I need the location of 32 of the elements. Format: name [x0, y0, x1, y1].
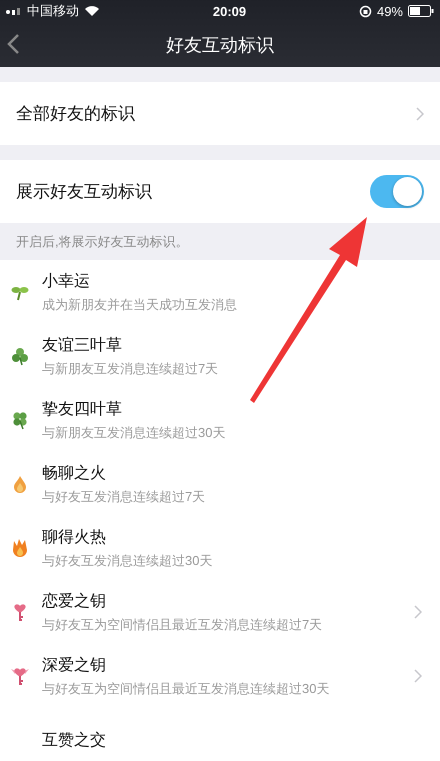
- battery-percent: 49%: [376, 4, 403, 18]
- item-title: 畅聊之火: [42, 464, 107, 484]
- item-description: 成为新朋友并在当天成功互发消息: [42, 296, 238, 314]
- battery-icon: [408, 5, 434, 17]
- item-title: 聊得火热: [42, 528, 107, 548]
- back-icon[interactable]: [6, 33, 20, 55]
- item-description: 与新朋友互发消息连续超过30天: [42, 424, 226, 442]
- item-description: 与好友互为空间情侣且最近互发消息连续超过7天: [42, 616, 324, 634]
- item-title: 互赞之交: [42, 730, 107, 750]
- item-description: 与好友互发消息连续超过7天: [42, 488, 206, 506]
- rotation-lock-icon: [358, 4, 372, 18]
- item-title: 挚友四叶草: [42, 400, 123, 420]
- item-description: 与新朋友互发消息连续超过7天: [42, 360, 220, 378]
- item-description: 与好友互发消息连续超过30天: [42, 552, 214, 570]
- winged-heart-key-icon: [10, 666, 30, 686]
- clover-icon: [10, 346, 30, 366]
- item-title: 小幸运: [42, 272, 91, 292]
- chevron-icon: [416, 106, 424, 120]
- toggle-switch[interactable]: [370, 175, 424, 208]
- all-marks-row[interactable]: 全部好友的标识: [0, 82, 440, 145]
- fire-icon: [10, 538, 30, 558]
- item-title: 友谊三叶草: [42, 336, 123, 356]
- toggle-label: 展示好友互动标识: [16, 181, 153, 203]
- item-description: 与好友互为空间情侣且最近互发消息连续超过30天: [42, 680, 330, 698]
- page-title: 好友互动标识: [166, 34, 274, 56]
- item-title: 恋爱之钥: [42, 592, 107, 612]
- item-title: 深爱之钥: [42, 656, 107, 676]
- wifi-icon: [84, 5, 100, 17]
- clock-time: 20:09: [212, 4, 248, 18]
- signal-icon: [6, 7, 22, 15]
- hint-text: 开启后,将展示好友互动标识。: [15, 233, 190, 251]
- carrier-name: 中国移动: [27, 2, 79, 20]
